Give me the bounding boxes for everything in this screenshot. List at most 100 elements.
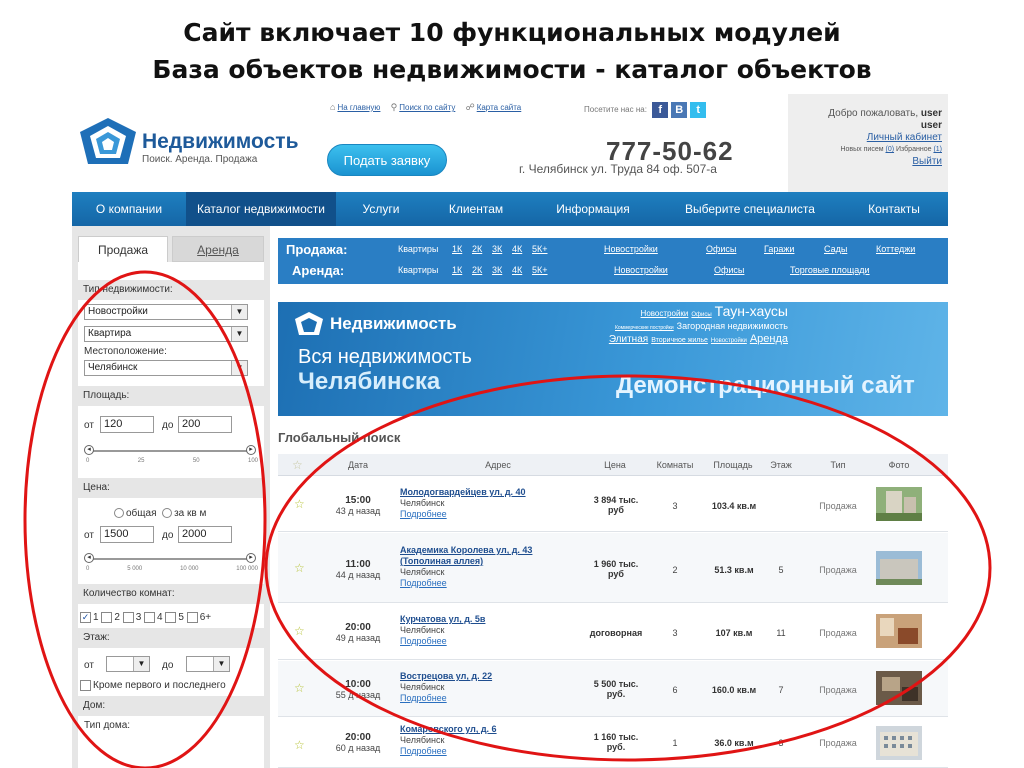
cabinet-link[interactable]: Личный кабинет — [867, 132, 942, 143]
favorite-star-icon[interactable]: ☆ — [294, 738, 305, 752]
house-logo-icon[interactable] — [78, 116, 138, 168]
quick-sale-2k[interactable]: 2К — [472, 244, 482, 254]
logout-link[interactable]: Выйти — [912, 156, 942, 167]
site-search-link[interactable]: Поиск по сайту — [399, 103, 455, 112]
property-photo[interactable] — [876, 726, 922, 760]
menu-contacts[interactable]: Контакты — [840, 192, 948, 226]
favorites-count-link[interactable]: (1) — [933, 146, 942, 153]
property-photo[interactable] — [876, 551, 922, 585]
col-price[interactable]: Цена — [590, 460, 640, 470]
property-kind-select[interactable]: Квартира ▼ — [84, 326, 248, 342]
row-details-link[interactable]: Подробнее — [400, 509, 447, 519]
quick-sale-newbuilds[interactable]: Новостройки — [604, 244, 658, 254]
menu-services[interactable]: Услуги — [336, 192, 426, 226]
rooms-4-checkbox[interactable] — [144, 612, 156, 623]
rooms-1-checkbox[interactable]: ✓ — [80, 612, 91, 623]
favorite-star-icon[interactable]: ☆ — [294, 681, 305, 695]
row-details-link[interactable]: Подробнее — [400, 636, 447, 646]
menu-catalog[interactable]: Каталог недвижимости — [186, 192, 336, 226]
slider-left-handle[interactable]: ◂ — [84, 445, 94, 455]
row-address-link[interactable]: Курчатова ул, д. 5в — [400, 614, 485, 624]
table-row[interactable]: ☆ 20:00 60 д назад Комаровского ул, д. 6Ч… — [278, 718, 948, 768]
location-select[interactable]: Челябинск ▼ — [84, 360, 248, 376]
twitter-icon[interactable]: t — [690, 102, 707, 118]
quick-sale-cottages[interactable]: Коттеджи — [876, 244, 915, 254]
slider-right-handle[interactable]: ▸ — [246, 445, 256, 455]
col-address[interactable]: Адрес — [458, 460, 538, 470]
price-from-input[interactable]: 1500 — [100, 526, 154, 543]
quick-sale-apartments[interactable]: Квартиры — [398, 244, 438, 254]
row-address-link[interactable]: Комаровского ул, д. 6 — [400, 724, 497, 734]
row-details-link[interactable]: Подробнее — [400, 746, 447, 756]
menu-about[interactable]: О компании — [72, 192, 186, 226]
quick-rent-retail[interactable]: Торговые площади — [790, 265, 870, 275]
letters-count-link[interactable]: (0) — [885, 146, 894, 153]
table-row[interactable]: ☆ 11:00 44 д назад Академика Королева ул,… — [278, 533, 948, 603]
quick-sale-gardens[interactable]: Сады — [824, 244, 847, 254]
row-details-link[interactable]: Подробнее — [400, 693, 447, 703]
rooms-6-checkbox[interactable] — [186, 612, 198, 623]
quick-sale-offices[interactable]: Офисы — [706, 244, 736, 254]
col-date[interactable]: Дата — [330, 460, 386, 470]
table-row[interactable]: ☆ 20:00 49 д назад Курчатова ул, д. 5в Чел… — [278, 604, 948, 660]
promo-banner[interactable]: Недвижимость Новостройки Офисы Таун-хаусы … — [278, 302, 948, 416]
price-sqm-radio[interactable] — [162, 508, 173, 519]
brand-name[interactable]: Недвижимость — [142, 130, 298, 154]
menu-info[interactable]: Информация — [526, 192, 660, 226]
col-type[interactable]: Тип — [818, 460, 858, 470]
property-photo[interactable] — [876, 614, 922, 648]
favorite-star-icon[interactable]: ☆ — [294, 497, 305, 511]
floor-from-select[interactable]: ▼ — [106, 656, 150, 672]
quick-sale-5k[interactable]: 5К+ — [532, 244, 548, 254]
price-to-input[interactable]: 2000 — [178, 526, 232, 543]
table-row[interactable]: ☆ 10:00 55 д назад Вострецова ул, д. 22 Че… — [278, 661, 948, 717]
col-area[interactable]: Площадь — [706, 460, 760, 470]
slider-left-handle[interactable]: ◂ — [84, 553, 94, 563]
favorite-star-icon[interactable]: ☆ — [294, 624, 305, 638]
row-address-link[interactable]: Молодогвардейцев ул, д. 40 — [400, 487, 526, 497]
quick-sale-1k[interactable]: 1К — [452, 244, 462, 254]
table-row[interactable]: ☆ 15:00 43 д назад Молодогвардейцев ул, д… — [278, 477, 948, 532]
tab-sale[interactable]: Продажа — [78, 236, 168, 262]
area-slider[interactable]: ◂ ▸ — [84, 445, 256, 455]
menu-specialist[interactable]: Выберите специалиста — [660, 192, 840, 226]
quick-rent-newbuilds[interactable]: Новостройки — [614, 265, 668, 275]
row-address-link[interactable]: Академика Королева ул, д. 43 — [400, 545, 532, 555]
sitemap-link[interactable]: Карта сайта — [477, 103, 522, 112]
area-from-input[interactable]: 120 — [100, 416, 154, 433]
rooms-5-checkbox[interactable] — [165, 612, 177, 623]
property-type-select[interactable]: Новостройки ▼ — [84, 304, 248, 320]
quick-rent-2k[interactable]: 2К — [472, 265, 482, 275]
slider-right-handle[interactable]: ▸ — [246, 553, 256, 563]
col-floor[interactable]: Этаж — [762, 460, 800, 470]
row-details-link[interactable]: Подробнее — [400, 578, 447, 588]
menu-clients[interactable]: Клиентам — [426, 192, 526, 226]
floor-to-select[interactable]: ▼ — [186, 656, 230, 672]
submit-request-button[interactable]: Подать заявку — [327, 144, 447, 176]
quick-sale-4k[interactable]: 4К — [512, 244, 522, 254]
property-photo[interactable] — [876, 487, 922, 521]
tab-rent[interactable]: Аренда — [172, 236, 264, 262]
favorite-star-icon[interactable]: ☆ — [294, 561, 305, 575]
quick-sale-garages[interactable]: Гаражи — [764, 244, 794, 254]
row-address-link[interactable]: Вострецова ул, д. 22 — [400, 671, 492, 681]
except-floors-checkbox[interactable] — [80, 680, 91, 691]
quick-sale-3k[interactable]: 3К — [492, 244, 502, 254]
property-photo[interactable] — [876, 671, 922, 705]
facebook-icon[interactable]: f — [652, 102, 669, 118]
row-address-link-extra[interactable]: (Тополиная аллея) — [400, 556, 483, 566]
quick-rent-5k[interactable]: 5К+ — [532, 265, 548, 275]
rooms-3-checkbox[interactable] — [122, 612, 134, 623]
quick-rent-apartments[interactable]: Квартиры — [398, 265, 438, 275]
area-to-input[interactable]: 200 — [178, 416, 232, 433]
price-slider[interactable]: ◂ ▸ — [84, 553, 256, 563]
quick-rent-offices[interactable]: Офисы — [714, 265, 744, 275]
rooms-2-checkbox[interactable] — [101, 612, 113, 623]
quick-rent-1k[interactable]: 1К — [452, 265, 462, 275]
col-rooms[interactable]: Комнаты — [652, 460, 698, 470]
vkontakte-icon[interactable]: B — [671, 102, 688, 118]
quick-rent-4k[interactable]: 4К — [512, 265, 522, 275]
home-link[interactable]: На главную — [337, 103, 380, 112]
quick-rent-3k[interactable]: 3К — [492, 265, 502, 275]
price-total-radio[interactable] — [114, 508, 124, 519]
